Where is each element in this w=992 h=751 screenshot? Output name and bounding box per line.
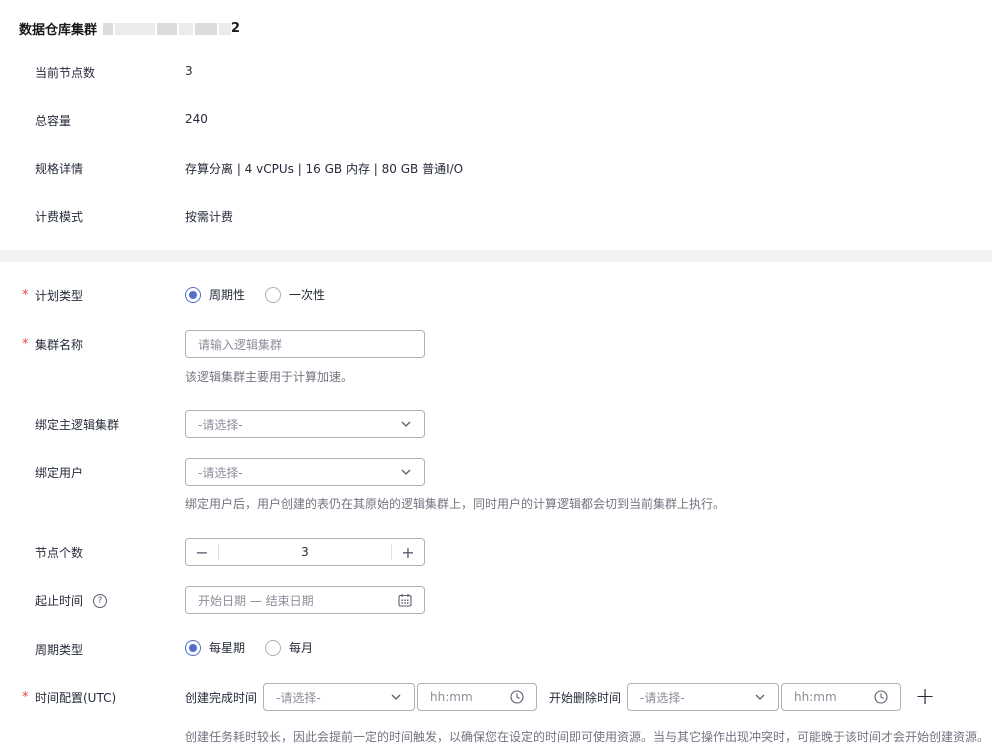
delete-time-picker[interactable]: hh:mm [781, 683, 901, 711]
bind-user-label: 绑定用户 [35, 466, 84, 480]
add-time-config-button[interactable]: + [915, 684, 935, 708]
bind-main-cluster-select[interactable]: -请选择- [185, 410, 425, 438]
cycle-type-weekly-radio[interactable]: 每星期 [185, 639, 245, 656]
spec-value: 存算分离 | 4 vCPUs | 16 GB 内存 | 80 GB 普通I/O [185, 162, 464, 176]
date-range-picker[interactable]: 开始日期 — 结束日期 [185, 586, 425, 614]
time-placeholder: hh:mm [794, 690, 837, 704]
cycle-type-monthly-radio[interactable]: 每月 [265, 639, 313, 656]
clock-icon [510, 690, 524, 704]
select-value: -请选择- [198, 417, 243, 432]
select-value: -请选择- [276, 690, 321, 705]
time-placeholder: hh:mm [430, 690, 473, 704]
redacted-block [157, 22, 178, 35]
date-range-label: 起止时间 [35, 594, 84, 608]
time-config-label: 时间配置(UTC) [35, 691, 117, 705]
delete-start-label: 开始删除时间 [549, 691, 622, 705]
radio-unchecked-icon [265, 286, 282, 303]
delete-day-select[interactable]: -请选择- [627, 683, 779, 711]
node-num-stepper: − 3 + [185, 538, 425, 566]
redacted-block [179, 22, 194, 35]
bind-user-select[interactable]: -请选择- [185, 458, 425, 486]
cluster-name-label: 集群名称 [35, 338, 84, 352]
bind-user-hint: 绑定用户后，用户创建的表仍在其原始的逻辑集群上，同时用户的计算逻辑都会切到当前集… [185, 497, 726, 511]
cycle-type-radio-group: 每星期 每月 [185, 639, 333, 656]
plan-type-label: 计划类型 [35, 289, 84, 303]
page-title-text: 数据仓库集群 [19, 23, 98, 38]
create-done-label: 创建完成时间 [185, 691, 258, 705]
date-range-label-group: 起止时间 ? [35, 592, 108, 609]
radio-checked-icon [185, 286, 201, 303]
required-mark: * [22, 288, 29, 303]
cluster-name-placeholder: 请输入逻辑集群 [198, 337, 283, 352]
required-mark: * [22, 337, 29, 352]
node-count-value: 3 [185, 64, 193, 78]
page-title-suffix: 2 [231, 21, 241, 36]
cluster-name-input[interactable]: 请输入逻辑集群 [185, 330, 425, 358]
capacity-label: 总容量 [35, 114, 72, 128]
page-title: 数据仓库集群 2 [19, 19, 240, 38]
section-divider [0, 250, 992, 262]
plan-type-radio-group: 周期性 一次性 [185, 286, 345, 303]
select-value: -请选择- [640, 690, 685, 705]
node-num-label: 节点个数 [35, 546, 84, 560]
plan-type-option-label: 周期性 [209, 288, 246, 302]
plan-type-once-radio[interactable]: 一次性 [265, 286, 325, 303]
calendar-icon [398, 594, 412, 607]
date-range-placeholder: 开始日期 — 结束日期 [198, 593, 314, 608]
time-config-hint: 创建任务耗时较长，因此会提前一定的时间触发，以确保您在设定的时间即可使用资源。当… [185, 730, 990, 744]
chevron-down-icon [401, 421, 411, 427]
redacted-block [103, 22, 114, 35]
billing-label: 计费模式 [35, 210, 84, 224]
cycle-type-option-label: 每月 [289, 641, 314, 655]
radio-checked-icon [185, 639, 201, 656]
radio-unchecked-icon [265, 639, 282, 656]
required-mark: * [22, 690, 29, 705]
chevron-down-icon [391, 694, 401, 700]
help-icon[interactable]: ? [93, 593, 108, 608]
billing-value: 按需计费 [185, 210, 234, 224]
redacted-block [195, 22, 218, 35]
redacted-block [219, 22, 232, 35]
node-num-value[interactable]: 3 [218, 544, 392, 560]
bind-main-cluster-label: 绑定主逻辑集群 [35, 418, 120, 432]
create-day-select[interactable]: -请选择- [263, 683, 415, 711]
chevron-down-icon [755, 694, 765, 700]
select-value: -请选择- [198, 465, 243, 480]
plan-type-periodic-radio[interactable]: 周期性 [185, 286, 245, 303]
cycle-type-label: 周期类型 [35, 643, 84, 657]
capacity-value: 240 [185, 112, 208, 126]
cluster-name-hint: 该逻辑集群主要用于计算加速。 [185, 370, 354, 384]
cycle-type-option-label: 每星期 [209, 641, 246, 655]
chevron-down-icon [401, 469, 411, 475]
node-count-label: 当前节点数 [35, 66, 96, 80]
redacted-block [115, 22, 156, 35]
decrement-button[interactable]: − [186, 539, 218, 565]
plan-type-option-label: 一次性 [289, 288, 326, 302]
increment-button[interactable]: + [392, 539, 424, 565]
clock-icon [874, 690, 888, 704]
spec-label: 规格详情 [35, 162, 84, 176]
create-time-picker[interactable]: hh:mm [417, 683, 537, 711]
